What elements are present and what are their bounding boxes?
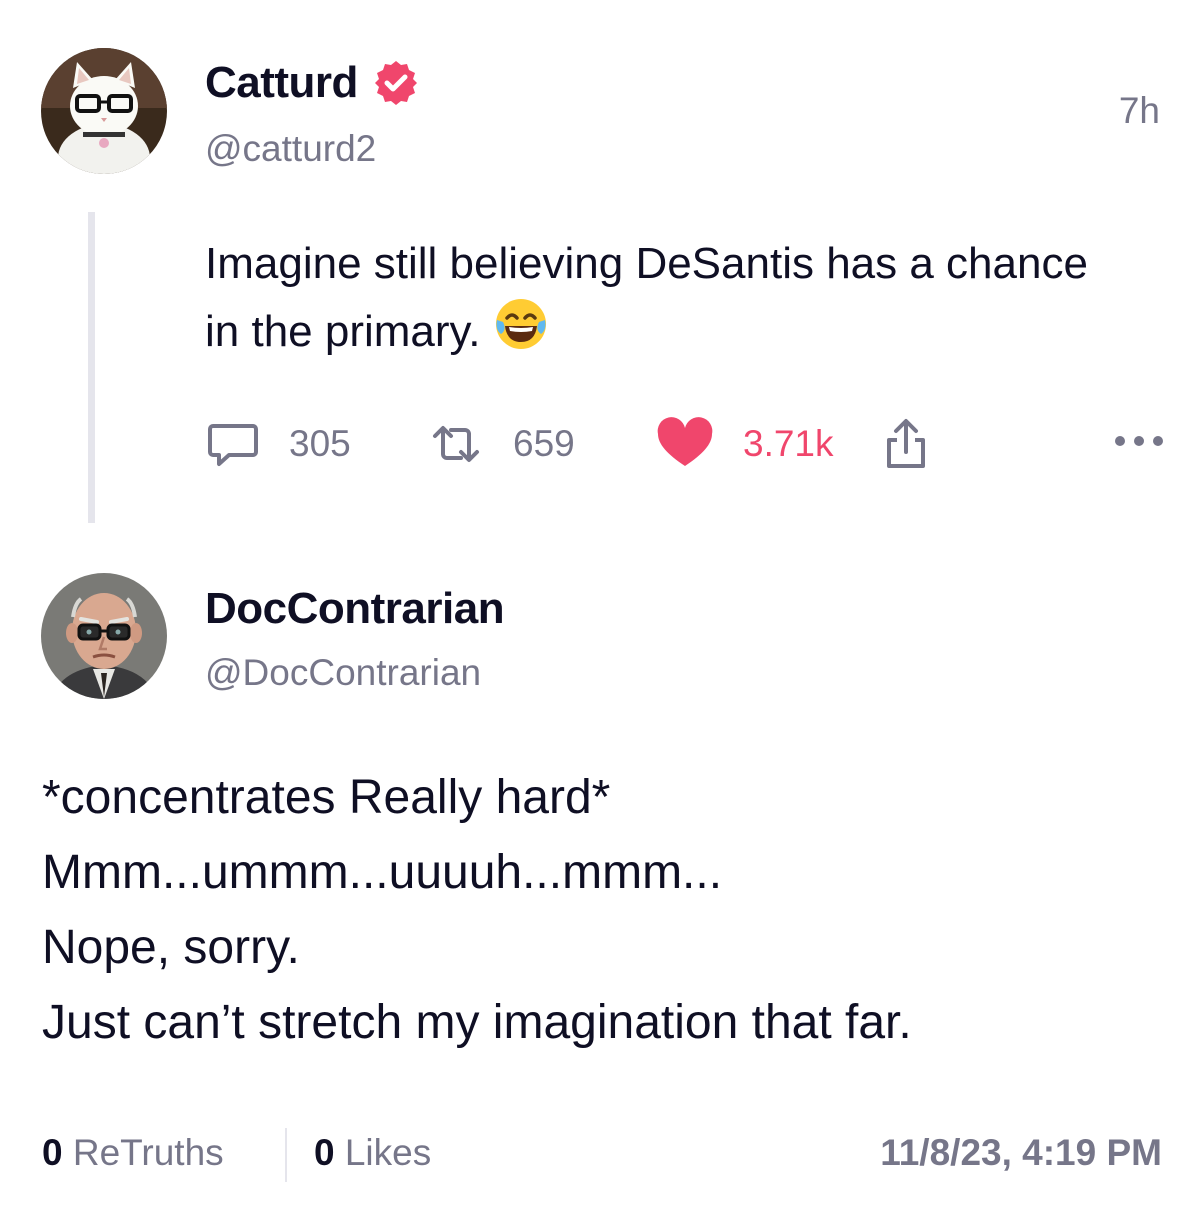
reply-footer: 0 ReTruths 0 Likes 11/8/23, 4:19 PM [42, 1128, 1162, 1182]
post-text: Imagine still believing DeSantis has a c… [205, 239, 1088, 356]
footer-divider [285, 1128, 287, 1182]
reply-button[interactable]: 305 [205, 416, 351, 472]
post-time[interactable]: 7h [1119, 90, 1160, 132]
likes-label: Likes [344, 1132, 432, 1173]
author-name-row: Catturd [205, 58, 420, 108]
author-handle[interactable]: @catturd2 [205, 128, 376, 170]
like-count: 3.71k [743, 423, 834, 464]
reply-line: Nope, sorry. [42, 921, 300, 974]
reply-timestamp: 11/8/23, 4:19 PM [880, 1132, 1162, 1173]
post-body: Imagine still believing DeSantis has a c… [205, 232, 1105, 364]
cat-avatar-image [41, 48, 167, 174]
likes-stat[interactable]: 0 Likes [314, 1132, 431, 1174]
retruths-count: 0 [42, 1132, 63, 1173]
more-options-icon[interactable] [1113, 434, 1165, 448]
retruths-stat[interactable]: 0 ReTruths [42, 1132, 224, 1174]
face-with-tears-of-joy-icon [495, 299, 546, 349]
avatar-doccontrarian[interactable] [41, 573, 167, 699]
heart-icon [657, 417, 713, 466]
reply-count: 305 [289, 423, 351, 464]
likes-count: 0 [314, 1132, 335, 1173]
reply-author-name-row: DocContrarian [205, 584, 505, 634]
reply-line: Just can’t stretch my imagination that f… [42, 996, 912, 1049]
reply-author-handle[interactable]: @DocContrarian [205, 652, 481, 694]
like-button[interactable]: 3.71k [655, 416, 834, 472]
reply-line: *concentrates Really hard* [42, 771, 611, 824]
thread-line [88, 212, 95, 523]
comment-icon [208, 424, 258, 466]
author-display-name[interactable]: Catturd [205, 58, 358, 108]
retruth-count: 659 [513, 423, 575, 464]
reply-line: Mmm...ummm...uuuuh...mmm... [42, 846, 723, 899]
retruth-button[interactable]: 659 [427, 416, 575, 472]
retruth-icon [433, 426, 479, 462]
retruths-label: ReTruths [72, 1132, 224, 1173]
post-actions: 305 659 3.71k [205, 416, 1165, 472]
old-man-avatar-image [41, 573, 167, 699]
share-icon [887, 419, 925, 468]
share-button[interactable] [881, 416, 931, 472]
reply-body: *concentrates Really hard* Mmm...ummm...… [42, 760, 1162, 1060]
verified-badge-icon [374, 61, 417, 105]
reply-author-display-name[interactable]: DocContrarian [205, 584, 505, 634]
avatar-catturd[interactable] [41, 48, 167, 174]
